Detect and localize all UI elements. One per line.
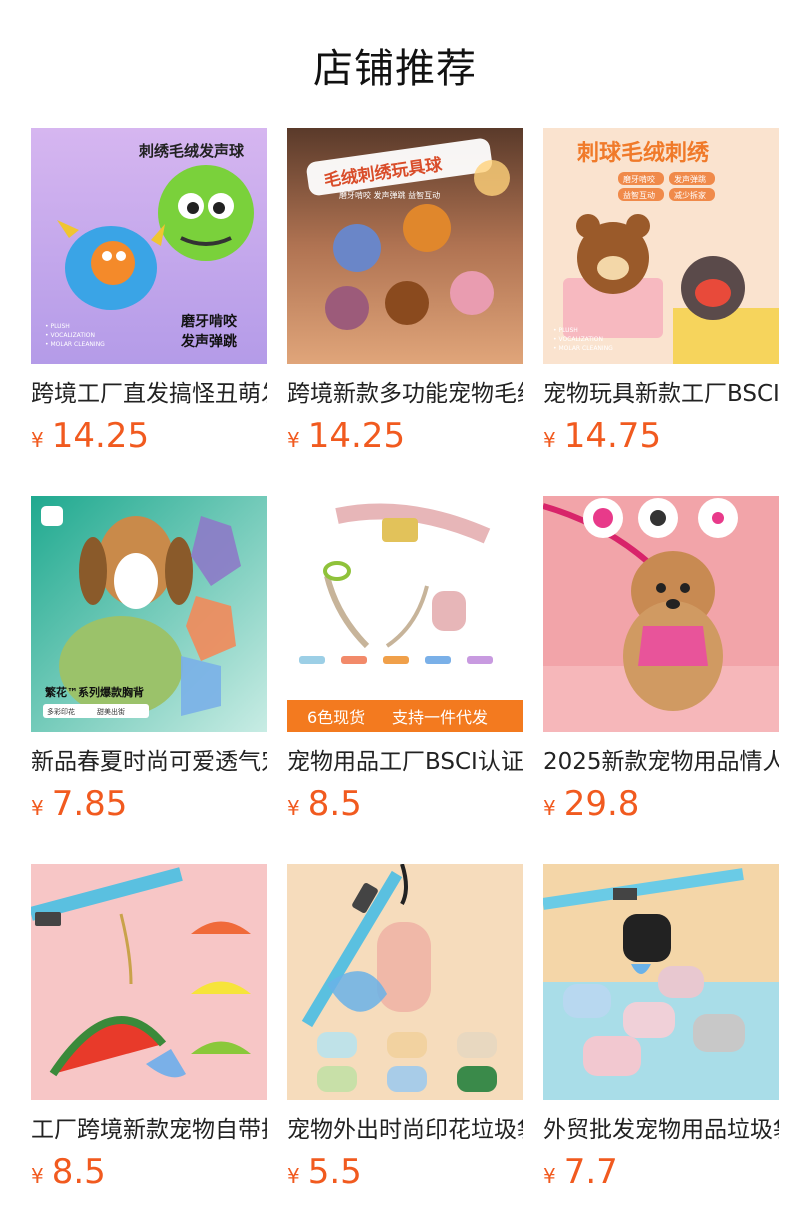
product-card[interactable]: 刺球毛绒刺绣 磨牙啃咬 发声弹跳 益智互动 减少拆家 • PLUSH • VOC…: [543, 128, 779, 468]
image-text: 发声弹跳: [180, 333, 237, 350]
section-title: 店铺推荐: [313, 46, 477, 92]
product-price: ¥8.5: [287, 784, 362, 828]
product-image[interactable]: 6色现货 支持一件代发: [287, 496, 523, 732]
product-name[interactable]: 宠物外出时尚印花垃圾袋收纳包: [287, 1114, 523, 1146]
product-price: ¥29.8: [543, 784, 639, 828]
product-price: ¥7.7: [543, 1152, 618, 1196]
currency-symbol: ¥: [287, 428, 300, 452]
currency-symbol: ¥: [287, 796, 300, 820]
product-card[interactable]: 刺绣毛绒发声球 磨牙啃咬 发声弹跳 • PLUSH • VOCALIZATION…: [31, 128, 267, 468]
currency-symbol: ¥: [543, 796, 556, 820]
currency-symbol: ¥: [31, 796, 44, 820]
product-image[interactable]: [543, 496, 779, 732]
price-value: 7.85: [51, 784, 128, 824]
price-value: 7.7: [563, 1152, 618, 1192]
image-text: 繁花™系列爆款胸背: [44, 685, 144, 699]
image-text: 磨牙啃咬 发声弹跳 益智互动: [339, 190, 440, 200]
product-image[interactable]: 毛绒刺绣玩具球 磨牙啃咬 发声弹跳 益智互动: [287, 128, 523, 364]
product-image[interactable]: [287, 864, 523, 1100]
image-text: • MOLAR CLEANING: [553, 345, 613, 352]
image-text: 益智互动: [623, 190, 655, 200]
product-card[interactable]: 毛绒刺绣玩具球 磨牙啃咬 发声弹跳 益智互动 跨境新款多功能宠物毛绒刺绣玩具球 …: [287, 128, 523, 468]
currency-symbol: ¥: [287, 1164, 300, 1188]
product-image[interactable]: [31, 864, 267, 1100]
product-card[interactable]: 繁花™系列爆款胸背 多彩印花 甜美出街 新品春夏时尚可爱透气宠物胸背带 ¥7.8…: [31, 496, 267, 836]
currency-symbol: ¥: [543, 428, 556, 452]
product-price: ¥14.25: [31, 416, 149, 460]
currency-symbol: ¥: [31, 428, 44, 452]
image-text: 刺绣毛绒发声球: [139, 142, 245, 160]
product-card[interactable]: 宠物外出时尚印花垃圾袋收纳包 ¥5.5: [287, 864, 523, 1204]
product-price: ¥7.85: [31, 784, 127, 828]
price-value: 8.5: [51, 1152, 106, 1192]
product-name[interactable]: 外贸批发宠物用品垃圾袋收纳包: [543, 1114, 779, 1146]
product-name[interactable]: 宠物玩具新款工厂BSCI认证毛绒刺球: [543, 378, 779, 410]
image-text: 减少拆家: [674, 190, 706, 200]
product-name[interactable]: 跨境工厂直发搞怪丑萌发声毛绒玩具: [31, 378, 267, 410]
product-image[interactable]: 刺球毛绒刺绣 磨牙啃咬 发声弹跳 益智互动 减少拆家 • PLUSH • VOC…: [543, 128, 779, 364]
product-name[interactable]: 新品春夏时尚可爱透气宠物胸背带: [31, 746, 267, 778]
product-name[interactable]: 2025新款宠物用品情人节胸背套装: [543, 746, 779, 778]
product-card[interactable]: 2025新款宠物用品情人节胸背套装 ¥29.8: [543, 496, 779, 836]
image-text: • VOCALIZATION: [553, 336, 603, 343]
price-value: 14.25: [307, 416, 406, 456]
product-card[interactable]: 外贸批发宠物用品垃圾袋收纳包 ¥7.7: [543, 864, 779, 1204]
product-name[interactable]: 工厂跨境新款宠物自带拾便袋水果包: [31, 1114, 267, 1146]
product-image[interactable]: 刺绣毛绒发声球 磨牙啃咬 发声弹跳 • PLUSH • VOCALIZATION…: [31, 128, 267, 364]
image-text: 支持一件代发: [392, 708, 488, 727]
image-text: • PLUSH: [553, 327, 578, 334]
product-price: ¥8.5: [31, 1152, 106, 1196]
image-text: • MOLAR CLEANING: [45, 341, 105, 348]
product-image[interactable]: [543, 864, 779, 1100]
image-text: 磨牙啃咬: [623, 174, 655, 184]
currency-symbol: ¥: [543, 1164, 556, 1188]
product-price: ¥14.25: [287, 416, 405, 460]
price-value: 14.25: [51, 416, 150, 456]
image-text: 发声弹跳: [674, 174, 706, 184]
product-price: ¥5.5: [287, 1152, 362, 1196]
image-text: • PLUSH: [45, 323, 70, 330]
currency-symbol: ¥: [31, 1164, 44, 1188]
image-text: 磨牙啃咬: [181, 313, 238, 330]
product-card[interactable]: 6色现货 支持一件代发 宠物用品工厂BSCI认证项圈牵引绳套装 ¥8.5: [287, 496, 523, 836]
image-text: 刺球毛绒刺绣: [577, 140, 710, 166]
price-value: 29.8: [563, 784, 640, 824]
image-text: 多彩印花: [47, 707, 75, 716]
image-text: 甜美出街: [97, 707, 125, 716]
product-name[interactable]: 宠物用品工厂BSCI认证项圈牵引绳套装: [287, 746, 523, 778]
product-price: ¥14.75: [543, 416, 661, 460]
product-image[interactable]: 繁花™系列爆款胸背 多彩印花 甜美出街: [31, 496, 267, 732]
product-name[interactable]: 跨境新款多功能宠物毛绒刺绣玩具球: [287, 378, 523, 410]
product-card[interactable]: 工厂跨境新款宠物自带拾便袋水果包 ¥8.5: [31, 864, 267, 1204]
price-value: 5.5: [307, 1152, 362, 1192]
image-text: 6色现货: [307, 708, 365, 727]
image-text: • VOCALIZATION: [45, 332, 95, 339]
price-value: 8.5: [307, 784, 362, 824]
price-value: 14.75: [563, 416, 662, 456]
